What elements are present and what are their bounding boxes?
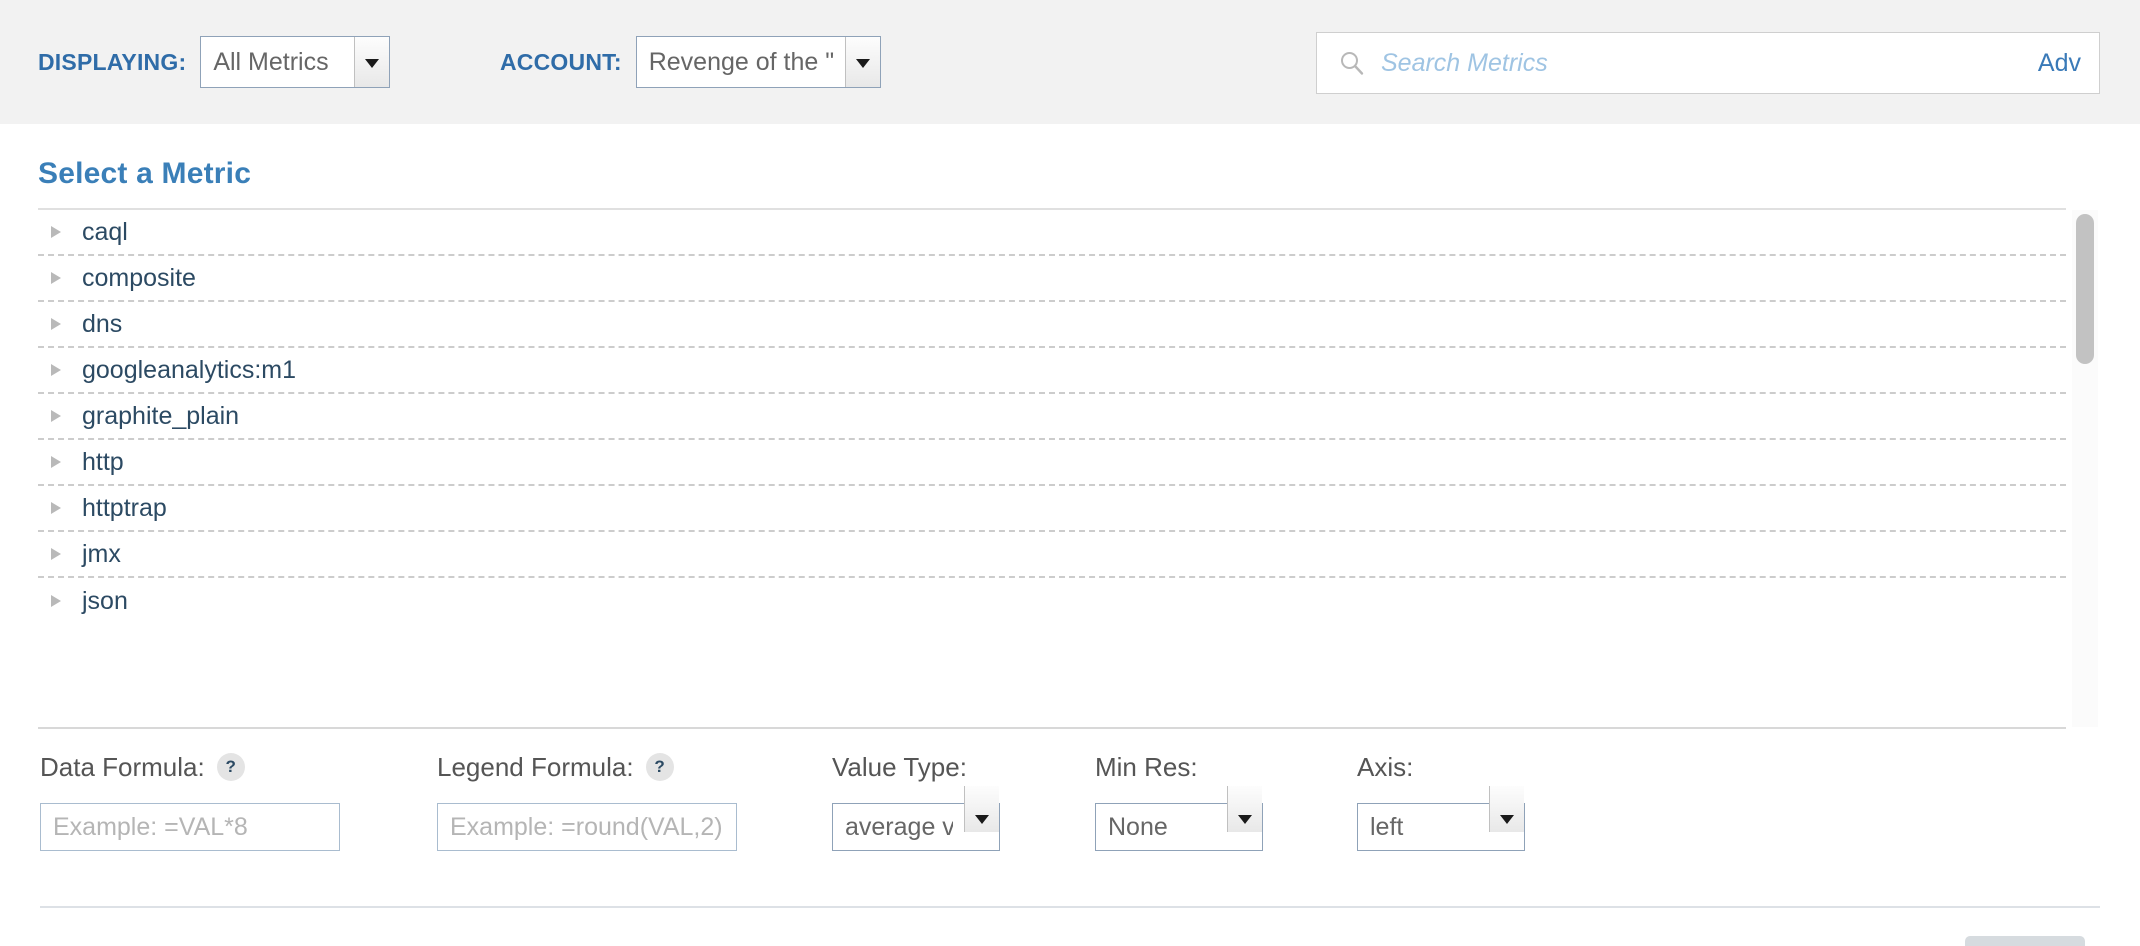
metric-list-item[interactable]: caql <box>38 210 2066 256</box>
metric-list-scrollbar-thumb[interactable] <box>2076 214 2094 364</box>
account-select-wrap: Revenge of the "Accou <box>622 36 881 88</box>
disclosure-triangle-icon[interactable] <box>48 592 64 610</box>
close-button[interactable]: Close <box>1965 936 2085 946</box>
filter-toolbar: DISPLAYING: All Metrics ACCOUNT: Revenge… <box>0 0 2140 124</box>
metric-list-item[interactable]: httptrap <box>38 486 2066 532</box>
metric-selection-body: Select a Metric caql composite dns googlean… <box>0 124 2140 946</box>
metric-list-item[interactable]: graphite_plain <box>38 394 2066 440</box>
metric-list-item-label: dns <box>82 310 122 339</box>
min-res-select-wrap: None <box>1095 785 1263 851</box>
data-formula-input[interactable] <box>40 803 340 851</box>
axis-select[interactable]: left <box>1357 803 1525 851</box>
metric-list-item[interactable]: googleanalytics:m1 <box>38 348 2066 394</box>
legend-formula-help-icon[interactable]: ? <box>646 753 674 781</box>
metric-list-item-label: jmx <box>82 540 121 569</box>
account-label: ACCOUNT: <box>500 49 622 76</box>
metric-list-item[interactable]: json <box>38 578 2066 624</box>
min-res-select[interactable]: None <box>1095 803 1263 851</box>
data-formula-field-group: Data Formula: ? <box>40 749 340 851</box>
min-res-label: Min Res: <box>1095 749 1263 785</box>
advanced-search-link[interactable]: Adv <box>2026 49 2081 78</box>
displaying-select[interactable]: All Metrics <box>200 36 390 88</box>
disclosure-triangle-icon[interactable] <box>48 545 64 563</box>
data-formula-label-row: Data Formula: ? <box>40 749 340 785</box>
legend-formula-label-row: Legend Formula: ? <box>437 749 737 785</box>
value-type-select-wrap: average value <box>832 785 1000 851</box>
metric-list-item-label: composite <box>82 264 196 293</box>
axis-select-wrap: left <box>1357 785 1525 851</box>
search-icon <box>1339 50 1365 76</box>
metric-list-item[interactable]: composite <box>38 256 2066 302</box>
account-select[interactable]: Revenge of the "Accou <box>636 36 881 88</box>
value-type-label: Value Type: <box>832 749 1000 785</box>
disclosure-triangle-icon[interactable] <box>48 453 64 471</box>
metric-options-form: Data Formula: ? Legend Formula: ? Value … <box>0 749 2140 884</box>
metric-list-item-label: googleanalytics:m1 <box>82 356 296 385</box>
min-res-field-group: Min Res: None <box>1095 749 1263 851</box>
displaying-label: DISPLAYING: <box>38 49 186 76</box>
metric-list: caql composite dns googleanalytics:m1 graphi… <box>38 208 2066 729</box>
axis-label: Axis: <box>1357 749 1525 785</box>
legend-formula-field-group: Legend Formula: ? <box>437 749 737 851</box>
metric-list-scrollbar[interactable] <box>2072 210 2098 727</box>
legend-formula-input[interactable] <box>437 803 737 851</box>
displaying-select-wrap: All Metrics <box>186 36 390 88</box>
displaying-filter-group: DISPLAYING: All Metrics <box>38 0 390 124</box>
disclosure-triangle-icon[interactable] <box>48 315 64 333</box>
legend-formula-label: Legend Formula: <box>437 752 634 783</box>
value-type-select[interactable]: average value <box>832 803 1000 851</box>
footer-divider <box>40 906 2100 908</box>
disclosure-triangle-icon[interactable] <box>48 269 64 287</box>
metric-list-item-label: caql <box>82 218 128 247</box>
data-formula-label: Data Formula: <box>40 752 205 783</box>
metric-list-item[interactable]: dns <box>38 302 2066 348</box>
metric-list-item[interactable]: http <box>38 440 2066 486</box>
disclosure-triangle-icon[interactable] <box>48 361 64 379</box>
account-filter-group: ACCOUNT: Revenge of the "Accou <box>500 0 881 124</box>
data-formula-help-icon[interactable]: ? <box>217 753 245 781</box>
metric-list-item-label: json <box>82 587 128 616</box>
search-input[interactable] <box>1379 33 2026 93</box>
metric-list-item-label: graphite_plain <box>82 402 239 431</box>
metric-picker-screen: DISPLAYING: All Metrics ACCOUNT: Revenge… <box>0 0 2140 946</box>
axis-field-group: Axis: left <box>1357 749 1525 851</box>
page-title: Select a Metric <box>38 157 251 191</box>
disclosure-triangle-icon[interactable] <box>48 499 64 517</box>
disclosure-triangle-icon[interactable] <box>48 223 64 241</box>
value-type-field-group: Value Type: average value <box>832 749 1000 851</box>
disclosure-triangle-icon[interactable] <box>48 407 64 425</box>
metric-list-item-label: http <box>82 448 124 477</box>
search-metrics-box: Adv <box>1316 32 2100 94</box>
metric-list-item[interactable]: jmx <box>38 532 2066 578</box>
metric-list-item-label: httptrap <box>82 494 167 523</box>
